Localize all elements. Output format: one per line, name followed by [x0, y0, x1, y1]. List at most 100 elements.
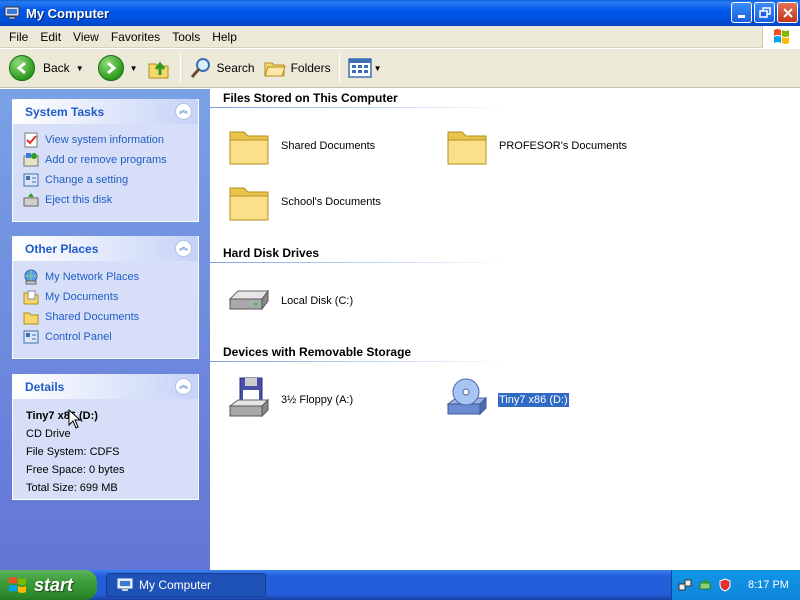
folders-button[interactable]: Folders	[259, 52, 335, 84]
menu-bar: File Edit View Favorites Tools Help	[0, 26, 800, 48]
system-tasks-header[interactable]: System Tasks ︽	[13, 99, 198, 124]
task-link-label: View system information	[45, 134, 165, 146]
security-shield-icon[interactable]	[718, 578, 732, 592]
floppy-drive-icon	[228, 377, 270, 418]
menu-help[interactable]: Help	[206, 27, 243, 47]
other-places-title: Other Places	[25, 241, 99, 256]
view-system-information-link[interactable]: View system information	[23, 130, 198, 150]
my-documents-link[interactable]: My Documents	[23, 287, 198, 307]
close-button[interactable]	[777, 2, 798, 23]
minimize-button[interactable]	[731, 2, 752, 23]
system-tasks-panel: System Tasks ︽ View system information A…	[12, 99, 199, 222]
clock[interactable]: 8:17 PM	[748, 579, 789, 591]
item-label: Shared Documents	[281, 140, 376, 152]
views-icon	[347, 58, 372, 78]
chevron-down-icon[interactable]: ▼	[76, 64, 84, 73]
profesor-documents-folder[interactable]: PROFESOR's Documents	[444, 122, 628, 170]
title-bar[interactable]: My Computer	[0, 0, 800, 26]
taskbar-button-label: My Computer	[139, 578, 212, 592]
change-a-setting-link[interactable]: Change a setting	[23, 170, 198, 190]
item-label: Tiny7 x86 (D:)	[497, 392, 570, 408]
safely-remove-hardware-icon[interactable]	[698, 578, 712, 592]
my-computer-icon	[117, 578, 133, 591]
control-panel-icon	[23, 173, 39, 187]
details-item-name: Tiny7 x86 (D:)	[26, 410, 98, 422]
folders-icon	[263, 62, 286, 77]
collapse-icon[interactable]: ︽	[175, 240, 192, 257]
up-folder-button[interactable]	[142, 52, 176, 84]
details-file-system: File System: CDFS	[26, 446, 120, 458]
file-list-pane[interactable]: Files Stored on This Computer Shared Doc…	[68, 89, 800, 570]
network-tray-icon[interactable]	[678, 578, 692, 592]
group-divider	[210, 107, 510, 108]
item-label: Local Disk (C:)	[281, 295, 354, 307]
toolbar-separator	[338, 53, 340, 83]
search-button[interactable]: Search	[185, 52, 259, 84]
start-button[interactable]: start	[0, 570, 97, 600]
control-panel-icon	[23, 330, 39, 344]
group-header-hard-disk-drives: Hard Disk Drives	[223, 246, 320, 260]
task-link-label: Shared Documents	[45, 311, 140, 323]
window-title: My Computer	[26, 5, 110, 21]
item-label: 3½ Floppy (A:)	[281, 394, 354, 406]
system-tray: 8:17 PM	[671, 570, 800, 600]
mouse-cursor-icon	[68, 409, 82, 429]
add-remove-programs-icon	[23, 153, 39, 167]
forward-arrow-icon	[97, 55, 124, 81]
cd-drive-icon	[446, 378, 488, 416]
up-folder-icon	[148, 61, 169, 79]
group-divider	[210, 262, 510, 263]
forward-button[interactable]: ▼	[94, 52, 142, 84]
menu-file[interactable]: File	[3, 27, 34, 47]
menu-view[interactable]: View	[67, 27, 105, 47]
group-header-removable-storage: Devices with Removable Storage	[223, 345, 412, 359]
chevron-down-icon[interactable]: ▼	[130, 64, 138, 73]
folders-label: Folders	[290, 61, 331, 75]
menu-tools[interactable]: Tools	[166, 27, 206, 47]
folder-icon	[23, 312, 39, 325]
floppy-drive-a[interactable]: 3½ Floppy (A:)	[226, 376, 354, 424]
views-button[interactable]: ▼	[344, 52, 386, 84]
other-places-header[interactable]: Other Places ︽	[13, 236, 198, 261]
details-item-type: CD Drive	[26, 428, 71, 440]
details-free-space: Free Space: 0 bytes	[26, 464, 125, 476]
taskbar-my-computer-button[interactable]: My Computer	[106, 573, 266, 597]
my-computer-icon	[4, 5, 20, 21]
chevron-down-icon[interactable]: ▼	[374, 64, 382, 73]
my-network-places-link[interactable]: My Network Places	[23, 267, 198, 287]
back-button[interactable]: Back ▼	[5, 52, 88, 84]
schools-documents-folder[interactable]: School's Documents	[226, 178, 382, 226]
shared-documents-link[interactable]: Shared Documents	[23, 307, 198, 327]
menu-favorites[interactable]: Favorites	[105, 27, 166, 47]
details-header[interactable]: Details ︽	[13, 374, 198, 399]
folder-icon	[229, 187, 269, 221]
folder-icon	[229, 131, 269, 165]
my-documents-icon	[23, 290, 39, 305]
add-remove-programs-link[interactable]: Add or remove programs	[23, 150, 198, 170]
network-places-icon	[24, 269, 38, 285]
task-link-label: My Network Places	[45, 271, 140, 283]
details-panel: Details ︽ Tiny7 x86 (D:) CD Drive File S…	[12, 374, 199, 500]
task-link-label: Control Panel	[45, 331, 112, 343]
task-link-label: Change a setting	[45, 174, 129, 186]
item-label: School's Documents	[281, 196, 381, 208]
shared-documents-folder[interactable]: Shared Documents	[226, 122, 376, 170]
search-label: Search	[216, 61, 255, 75]
local-disk-c[interactable]: Local Disk (C:)	[226, 277, 354, 325]
eject-this-disk-link[interactable]: Eject this disk	[23, 190, 198, 210]
search-icon	[190, 58, 210, 78]
details-total-size: Total Size: 699 MB	[26, 482, 118, 494]
system-info-icon	[24, 132, 38, 148]
cd-drive-d[interactable]: Tiny7 x86 (D:)	[444, 376, 570, 424]
back-arrow-icon	[9, 55, 35, 81]
control-panel-link[interactable]: Control Panel	[23, 327, 198, 347]
task-link-label: Eject this disk	[45, 194, 113, 206]
start-label: start	[34, 574, 74, 595]
collapse-icon[interactable]: ︽	[175, 103, 192, 120]
collapse-icon[interactable]: ︽	[175, 378, 192, 395]
restore-button[interactable]	[754, 2, 775, 23]
windows-logo-icon	[762, 26, 800, 48]
toolbar: Back ▼ ▼ Search Folders ▼	[0, 49, 800, 88]
task-link-label: Add or remove programs	[45, 154, 167, 166]
menu-edit[interactable]: Edit	[34, 27, 67, 47]
